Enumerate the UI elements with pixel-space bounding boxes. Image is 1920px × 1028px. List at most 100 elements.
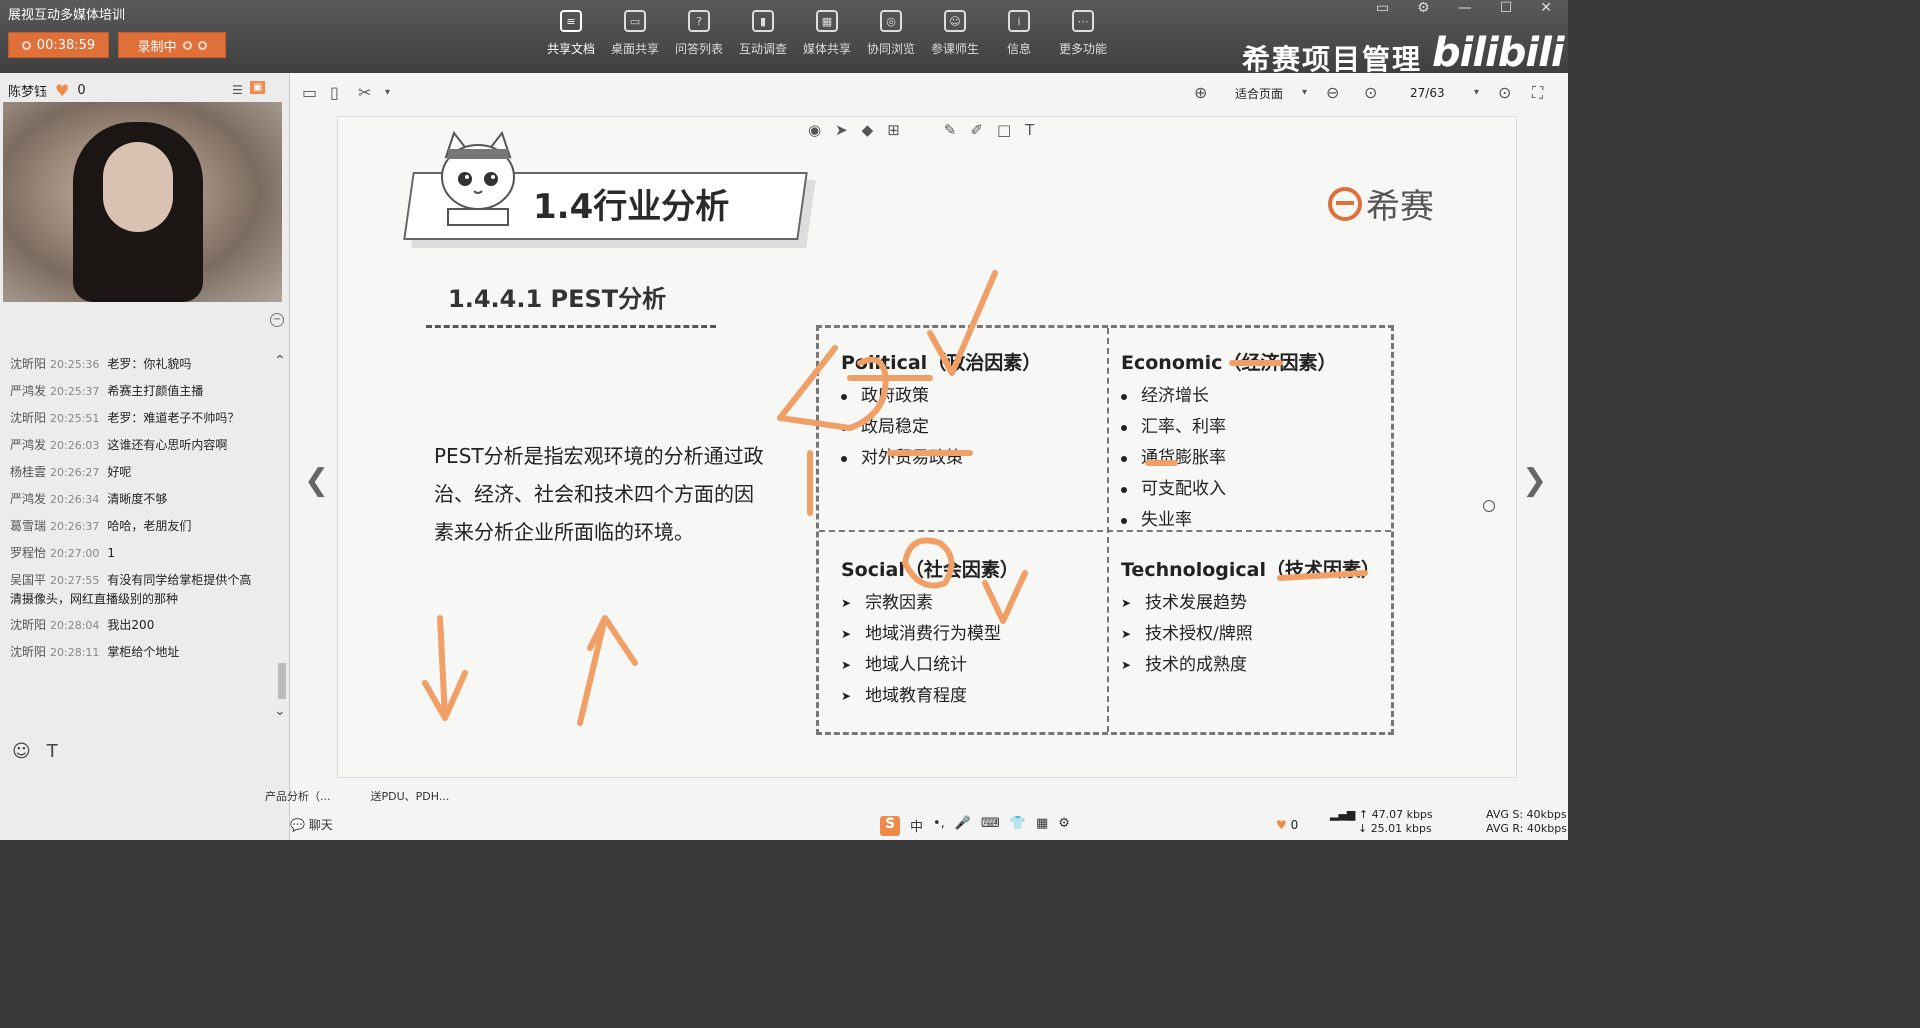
keyboard-icon[interactable]: ⌨ — [981, 816, 1000, 836]
shared-files: 产品分析（... 送PDU、PDH... — [265, 788, 449, 804]
chat-icon: 💬 — [290, 818, 305, 832]
heart-icon[interactable]: ♥ — [55, 81, 69, 100]
tool-media-share[interactable]: ▦ 媒体共享 — [796, 10, 858, 64]
list-item-text: 地域消费行为模型 — [865, 624, 1002, 644]
chat-tab[interactable]: 💬 聊天 — [290, 816, 333, 833]
network-stats: ▂▄▆ ↑ 47.07 kbps ↓ 25.01 kbps — [1330, 808, 1433, 835]
survey-icon: ▮ — [752, 10, 774, 32]
prev-page-icon[interactable]: ⊙ — [1364, 83, 1377, 102]
grid-icon[interactable]: ▦ — [1036, 816, 1048, 836]
minimize-icon[interactable]: — — [1458, 0, 1472, 16]
emoji-icon[interactable]: ☺ — [12, 741, 31, 762]
target-icon[interactable] — [1483, 500, 1495, 512]
settings-icon[interactable]: ⚙ — [1417, 0, 1430, 16]
skin-icon[interactable]: 👕 — [1010, 816, 1026, 836]
menu-icon[interactable]: ☰ — [232, 83, 243, 97]
rectangle-icon[interactable]: □ — [997, 121, 1011, 139]
punct-icon[interactable]: •, — [933, 816, 945, 836]
pest-description: PEST分析是指宏观环境的分析通过政治、经济、社会和技术四个方面的因素来分析企业… — [434, 444, 764, 544]
more-icon: ⋯ — [1072, 10, 1094, 32]
presenter-likes: 0 — [77, 83, 86, 98]
xisai-logo-icon — [1328, 186, 1362, 221]
arrow-bullet-icon: ➤ — [1121, 658, 1132, 672]
tool-qa-list[interactable]: ? 问答列表 — [668, 10, 730, 64]
zoom-dropdown-icon[interactable]: ▾ — [1302, 87, 1307, 98]
tool-desktop-share[interactable]: ▭ 桌面共享 — [604, 10, 666, 64]
watermark: ◎希赛 — [193, 112, 222, 123]
sogou-icon[interactable]: S — [880, 816, 900, 836]
arrow-bullet-icon: ➤ — [841, 658, 852, 672]
scissors-icon[interactable]: ✂ — [358, 83, 371, 102]
collapse-icon[interactable]: − — [270, 313, 284, 327]
qa-icon: ? — [688, 10, 710, 32]
chat-message: 葛雪瑞 20:26:37 哈哈，老朋友们 — [0, 513, 270, 540]
list-item: 政局稳定 — [841, 412, 1041, 443]
ime-mode[interactable]: 中 — [910, 816, 923, 836]
scroll-up-icon[interactable]: ⌃ — [274, 353, 286, 369]
social-title: Social（社会因素） — [841, 559, 1019, 581]
tool-share-document[interactable]: ≡ 共享文档 — [540, 10, 602, 64]
page-dropdown-icon[interactable]: ▾ — [1474, 87, 1479, 98]
bullet-icon — [1121, 455, 1127, 462]
quad-economic: Economic（经济因素） 经济增长 汇率、利率 通货膨胀率 可支配收入 失业率 — [1121, 348, 1336, 536]
badge-icon[interactable]: ▣ — [250, 81, 266, 94]
tool-more[interactable]: ⋯ 更多功能 — [1052, 10, 1114, 64]
clear-icon[interactable]: ⊞ — [887, 121, 900, 139]
dropdown-icon[interactable]: ▾ — [385, 87, 390, 98]
text-format-icon[interactable]: T — [47, 741, 58, 762]
arrow-bullet-icon: ➤ — [1121, 596, 1132, 610]
text-icon[interactable]: T — [1025, 121, 1034, 139]
record-dot-icon[interactable]: ◉ — [808, 121, 821, 139]
timer-label: 00:38:59 — [36, 37, 96, 53]
highlighter-icon[interactable]: ✐ — [970, 121, 983, 139]
bilibili-logo: bilibili — [1432, 30, 1565, 76]
pen-icon[interactable]: ✎ — [944, 121, 957, 139]
timer-button[interactable]: 00:38:59 — [8, 32, 109, 58]
list-item-text: 地域教育程度 — [865, 686, 968, 706]
download-speed: 25.01 kbps — [1370, 822, 1432, 835]
prev-slide-icon[interactable]: ❮ — [304, 463, 329, 498]
pause-icon — [182, 40, 192, 50]
pointer-icon[interactable]: ➤ — [835, 121, 848, 139]
tool-survey[interactable]: ▮ 互动调查 — [732, 10, 794, 64]
signal-icon: ▂▄▆ — [1330, 808, 1359, 821]
close-icon[interactable]: ✕ — [1540, 0, 1552, 16]
eraser-icon[interactable]: ◆ — [862, 121, 874, 139]
main-toolbar: ≡ 共享文档 ▭ 桌面共享 ? 问答列表 ▮ 互动调查 ▦ 媒体共享 ◎ 协同浏览 ☺ 参课师… — [540, 10, 1114, 64]
maximize-icon[interactable]: ☐ — [1500, 0, 1513, 16]
chat-message: 吴国平 20:27:55 有没有同学给掌柜提供个高清摄像头，网红直播级别的那种 — [0, 567, 270, 612]
scrollbar-thumb[interactable] — [278, 663, 286, 699]
record-button[interactable]: 录制中 — [118, 32, 226, 58]
chat-author: 葛雪瑞 — [10, 519, 47, 533]
bullet-icon — [841, 424, 847, 431]
zoom-fit-icon[interactable]: ⊕ — [1194, 83, 1207, 102]
tool-co-browse[interactable]: ◎ 协同浏览 — [860, 10, 922, 64]
list-item-text: 失业率 — [1141, 510, 1192, 530]
folder-icon[interactable]: ▭ — [302, 83, 317, 102]
page-number[interactable]: 27/63 — [1410, 86, 1445, 100]
zoom-out-icon[interactable]: ⊖ — [1326, 83, 1339, 102]
fullscreen-icon[interactable]: ⛶ — [1532, 83, 1543, 103]
list-item: ➤ 地域消费行为模型 — [841, 619, 1019, 650]
next-slide-icon[interactable]: ❯ — [1522, 463, 1547, 498]
section-title: 1.4行业分析 — [533, 187, 730, 227]
tool-participants[interactable]: ☺ 参课师生 — [924, 10, 986, 64]
file-icon[interactable]: ▯ — [330, 83, 339, 102]
arrow-bullet-icon: ➤ — [841, 596, 852, 610]
file-item[interactable]: 产品分析（... — [265, 788, 331, 804]
slide: ◉ ➤ ◆ ⊞ ✎ ✐ □ T 1.4行业分析 希赛 1.4.4.1 PEST分… — [337, 116, 1517, 778]
next-page-icon[interactable]: ⊙ — [1498, 83, 1511, 102]
heart-icon: ♥ — [1276, 818, 1287, 832]
zoom-select[interactable]: 适合页面 — [1235, 85, 1283, 102]
like-counter[interactable]: ♥ 0 — [1276, 818, 1298, 832]
file-item[interactable]: 送PDU、PDH... — [371, 788, 450, 804]
chat-message: 严鸿发 20:25:37 希赛主打颜值主播 — [0, 378, 270, 405]
chat-time: 20:28:11 — [50, 646, 100, 659]
chat-text: 老罗：你礼貌吗 — [107, 357, 192, 371]
restore-icon[interactable]: ▭ — [1376, 0, 1389, 16]
gear-icon[interactable]: ⚙ — [1058, 816, 1070, 836]
presenter-info: 陈梦钰 ♥ 0 — [8, 81, 86, 100]
scroll-down-icon[interactable]: ⌄ — [274, 703, 286, 719]
tool-info[interactable]: i 信息 — [988, 10, 1050, 64]
mic-icon[interactable]: 🎤 — [955, 816, 971, 836]
